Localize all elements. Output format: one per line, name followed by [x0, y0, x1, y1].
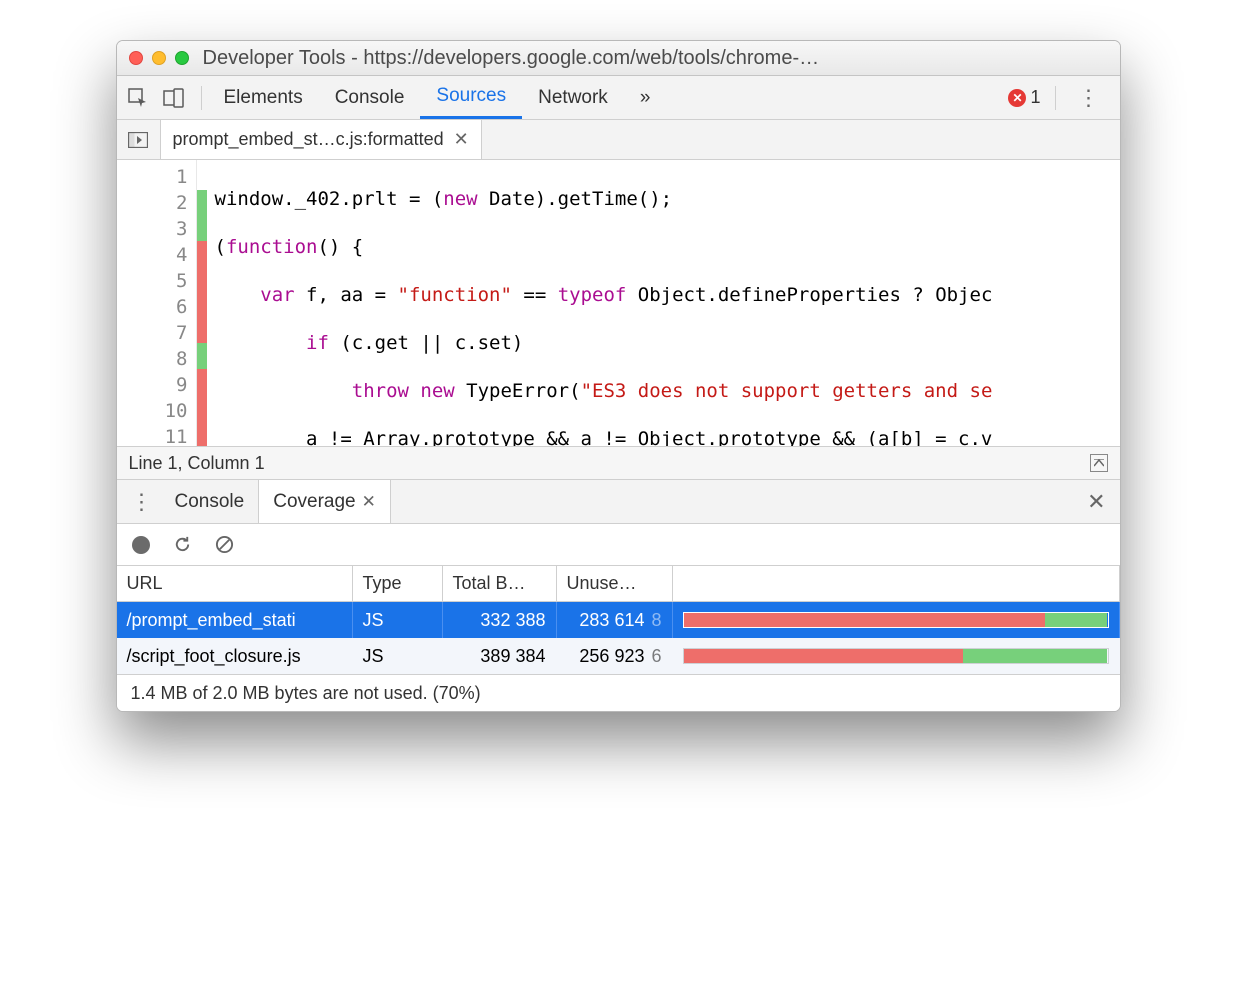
header-visualization [673, 566, 1120, 601]
cell-unused: 283 614 8 [557, 602, 673, 638]
line-number: 3 [117, 216, 188, 242]
inspect-element-icon[interactable] [127, 87, 149, 109]
zoom-window-button[interactable] [175, 51, 189, 65]
drawer-tab-coverage[interactable]: Coverage ✕ [258, 480, 391, 523]
minimize-window-button[interactable] [152, 51, 166, 65]
close-drawer-tab-button[interactable]: ✕ [362, 492, 376, 512]
coverage-footer: 1.4 MB of 2.0 MB bytes are not used. (70… [117, 674, 1120, 711]
table-row[interactable]: /prompt_embed_statiJS332 388283 614 8 [117, 602, 1120, 638]
line-gutter: 1 2 3 4 5 6 7 8 9 10 11 [117, 160, 197, 446]
file-tab[interactable]: prompt_embed_st…c.js:formatted ✕ [161, 120, 482, 159]
window-title: Developer Tools - https://developers.goo… [203, 47, 820, 70]
line-number: 11 [117, 424, 188, 446]
table-row[interactable]: /script_foot_closure.jsJS389 384256 923 … [117, 638, 1120, 674]
drawer-tabs: ⋮ Console Coverage ✕ ✕ [117, 480, 1120, 524]
device-toolbar-icon[interactable] [163, 87, 185, 109]
tab-sources[interactable]: Sources [420, 76, 522, 119]
line-number: 7 [117, 320, 188, 346]
file-tab-label: prompt_embed_st…c.js:formatted [173, 129, 444, 150]
error-count: 1 [1030, 87, 1040, 108]
coverage-table-body: /prompt_embed_statiJS332 388283 614 8/sc… [117, 602, 1120, 674]
cell-total: 332 388 [443, 602, 557, 638]
tab-elements[interactable]: Elements [208, 76, 319, 119]
coverage-toolbar [117, 524, 1120, 566]
code-editor: 1 2 3 4 5 6 7 8 9 10 11 window._402.prlt… [117, 160, 1120, 446]
line-number: 2 [117, 190, 188, 216]
line-number: 1 [117, 164, 188, 190]
toolbar-separator [201, 86, 202, 110]
record-icon [132, 536, 150, 554]
cell-visualization [673, 602, 1120, 638]
coverage-table-header: URL Type Total B… Unuse… [117, 566, 1120, 602]
toolbar-separator [1055, 86, 1056, 110]
cell-url: /prompt_embed_stati [117, 602, 353, 638]
reload-button[interactable] [173, 535, 193, 555]
header-unused[interactable]: Unuse… [557, 566, 673, 601]
header-type[interactable]: Type [353, 566, 443, 601]
cursor-position: Line 1, Column 1 [129, 453, 265, 474]
cell-visualization [673, 638, 1120, 674]
tab-network[interactable]: Network [522, 76, 624, 119]
close-drawer-button[interactable]: ✕ [1087, 489, 1113, 515]
main-toolbar: Elements Console Sources Network » ✕ 1 ⋮ [117, 76, 1120, 120]
cell-url: /script_foot_closure.js [117, 638, 353, 674]
editor-statusbar: Line 1, Column 1 [117, 446, 1120, 480]
cell-type: JS [353, 638, 443, 674]
header-url[interactable]: URL [117, 566, 353, 601]
line-number: 5 [117, 268, 188, 294]
cell-total: 389 384 [443, 638, 557, 674]
line-number: 9 [117, 372, 188, 398]
clear-button[interactable] [215, 535, 235, 555]
line-number: 10 [117, 398, 188, 424]
titlebar: Developer Tools - https://developers.goo… [117, 41, 1120, 76]
drawer-tab-label: Coverage [273, 491, 355, 513]
coverage-gutter [197, 160, 207, 446]
header-total[interactable]: Total B… [443, 566, 557, 601]
record-button[interactable] [131, 535, 151, 555]
drawer-menu-button[interactable]: ⋮ [123, 489, 161, 515]
line-number: 6 [117, 294, 188, 320]
panel-tabs: Elements Console Sources Network » [208, 76, 667, 119]
line-number: 4 [117, 242, 188, 268]
code-area[interactable]: window._402.prlt = (new Date).getTime();… [207, 160, 1120, 446]
tab-console[interactable]: Console [319, 76, 421, 119]
coverage-summary: 1.4 MB of 2.0 MB bytes are not used. (70… [131, 683, 481, 704]
settings-menu-button[interactable]: ⋮ [1070, 85, 1108, 111]
overflow-tabs-button[interactable]: » [624, 76, 667, 119]
navigator-toggle-button[interactable] [117, 120, 161, 159]
expand-status-button[interactable] [1090, 454, 1108, 472]
cell-type: JS [353, 602, 443, 638]
close-tab-button[interactable]: ✕ [454, 129, 469, 150]
drawer-tab-console[interactable]: Console [161, 480, 259, 523]
editor-tabs: prompt_embed_st…c.js:formatted ✕ [117, 120, 1120, 160]
error-badge[interactable]: ✕ 1 [1008, 87, 1040, 108]
window-controls [129, 51, 189, 65]
devtools-window: Developer Tools - https://developers.goo… [116, 40, 1121, 712]
line-number: 8 [117, 346, 188, 372]
cell-unused: 256 923 6 [557, 638, 673, 674]
close-window-button[interactable] [129, 51, 143, 65]
error-icon: ✕ [1008, 89, 1026, 107]
